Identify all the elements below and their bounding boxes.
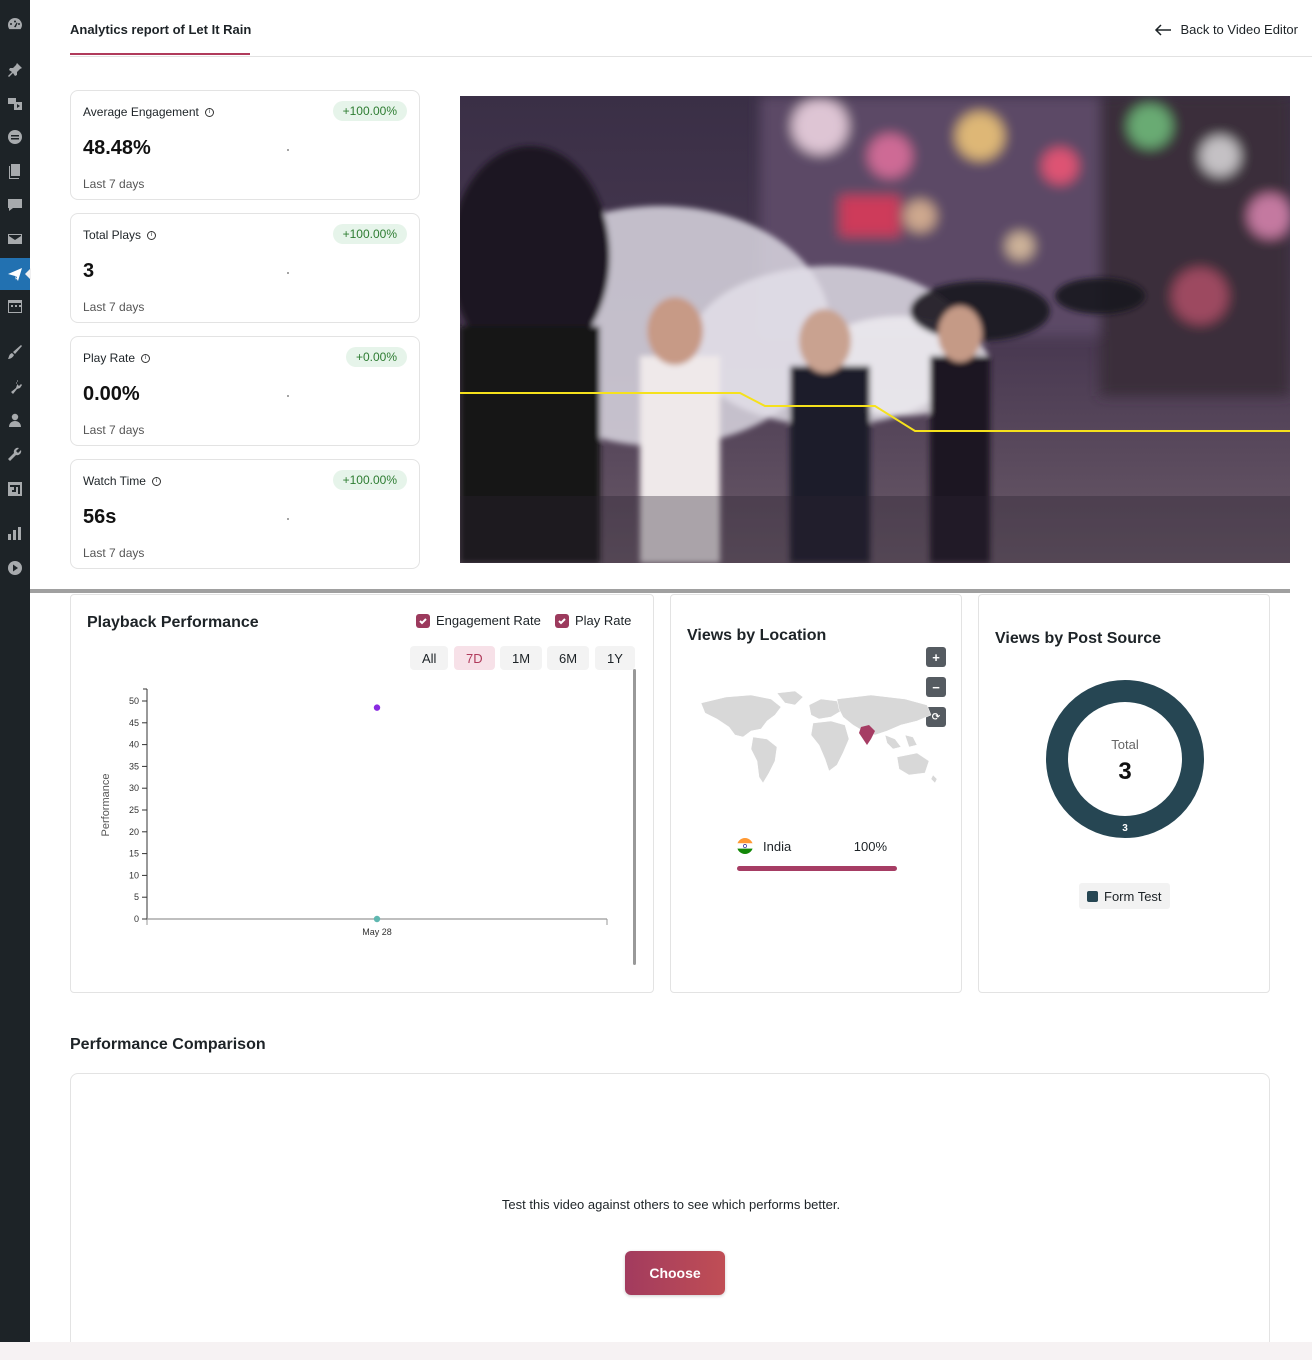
stat-change-badge: +100.00% [332,101,407,121]
y-axis-label: Performance [100,774,112,837]
chart-scrollbar[interactable] [633,669,636,965]
active-tab-underline [70,53,250,55]
y-tick-label: 40 [129,740,139,750]
arrow-left-icon [1155,23,1172,36]
y-tick-label: 10 [129,870,139,880]
panel-title: Views by Post Source [995,630,1161,647]
calendar-icon[interactable] [5,296,25,316]
bottom-strip [0,1342,1312,1360]
page-title: Analytics report of Let It Rain [70,22,252,37]
data-point [373,704,381,711]
choose-button[interactable]: Choose [625,1251,725,1295]
comparison-title: Performance Comparison [70,1036,266,1053]
dashboard-icon[interactable] [5,14,25,34]
info-icon[interactable]: i [151,476,161,486]
stat-card-total-plays: Total Plays i +100.00% 3 Last 7 days [70,213,420,323]
donut-total-value: 3 [1118,758,1131,785]
location-percent: 100% [853,839,887,854]
plugins-icon[interactable] [5,377,25,397]
header-divider [70,56,1312,57]
zoom-in-button[interactable]: + [926,647,946,667]
send-icon[interactable] [5,264,25,284]
y-tick-label: 30 [129,783,139,793]
stat-card-play-rate: Play Rate i +0.00% 0.00% Last 7 days [70,336,420,446]
comments-icon[interactable] [5,195,25,215]
stat-label: Play Rate i [83,351,151,365]
performance-chart: 0 5 10 15 20 25 30 35 40 45 50 Performance May 28 [100,688,608,937]
sparkline-point [287,395,289,397]
donut-total-label: Total [1111,737,1139,752]
stat-period: Last 7 days [83,423,145,437]
y-tick-label: 50 [129,696,139,706]
stat-value: 3 [83,260,95,282]
legend-swatch [1087,890,1098,902]
pin-icon[interactable] [5,60,25,80]
info-icon[interactable]: i [147,230,157,240]
world-map[interactable] [691,691,943,791]
sparkline-point [287,272,289,274]
location-country: India [763,839,792,854]
play-circle-icon[interactable] [5,558,25,578]
block-icon[interactable] [5,127,25,147]
back-link-label: Back to Video Editor [1180,22,1298,37]
y-tick-label: 45 [129,718,139,728]
y-tick-label: 5 [134,892,139,902]
sidebar-active-arrow [25,268,31,280]
comparison-description: Test this video against others to see wh… [501,1197,841,1212]
stat-change-badge: +0.00% [345,347,407,367]
stat-label: Total Plays i [83,228,157,242]
sparkline-point [287,518,289,520]
tools-icon[interactable] [5,444,25,464]
views-by-post-source-panel: Views by Post Source Total 3 3 Form Test [978,594,1270,993]
y-tick-label: 25 [129,805,139,815]
panel-title: Views by Location [687,627,827,644]
stat-change-badge: +100.00% [332,470,407,490]
admin-sidebar [0,0,31,1342]
stat-value: 48.48% [83,137,151,159]
stat-period: Last 7 days [83,300,145,314]
analytics-icon[interactable] [5,524,25,544]
mail-icon[interactable] [5,229,25,249]
location-progress-bar [737,866,897,871]
source-donut-chart[interactable]: Total 3 3 [1045,679,1205,839]
media-icon[interactable] [5,94,25,114]
stat-card-average-engagement: Average Engagement i +100.00% 48.48% Last… [70,90,420,200]
back-to-editor-link[interactable]: Back to Video Editor [1154,22,1298,37]
x-tick-label: May 28 [362,927,392,937]
y-tick-label: 0 [134,914,139,924]
stat-label: Watch Time i [83,474,161,488]
video-preview[interactable] [460,96,1290,563]
playback-performance-panel: Playback Performance Engagement Rate Pla… [70,594,654,993]
legend-label: Form Test [1104,888,1162,904]
stat-change-badge: +100.00% [332,224,407,244]
stat-period: Last 7 days [83,546,145,560]
appearance-icon[interactable] [5,342,25,362]
users-icon[interactable] [5,410,25,430]
stat-card-watch-time: Watch Time i +100.00% 56s Last 7 days [70,459,420,569]
comparison-panel: Test this video against others to see wh… [70,1073,1270,1353]
stat-period: Last 7 days [83,177,145,191]
pages-icon[interactable] [5,161,25,181]
y-tick-label: 20 [129,827,139,837]
donut-slice-label: 3 [1122,823,1128,834]
section-divider [30,589,1290,593]
india-flag-icon [737,838,753,854]
stat-value: 56s [83,506,117,528]
info-icon[interactable]: i [204,107,214,117]
sparkline-point [287,149,289,151]
y-tick-label: 15 [129,849,139,859]
legend-form-test[interactable]: Form Test [1079,883,1170,909]
info-icon[interactable]: i [141,353,151,363]
stat-value: 0.00% [83,383,140,405]
stat-label: Average Engagement i [83,105,214,119]
settings-icon[interactable] [5,479,25,499]
video-thumbnail-image [460,96,1290,563]
y-tick-label: 35 [129,761,139,771]
views-by-location-panel: Views by Location + − ⟳ India 100% [670,594,962,993]
data-point [373,915,381,923]
